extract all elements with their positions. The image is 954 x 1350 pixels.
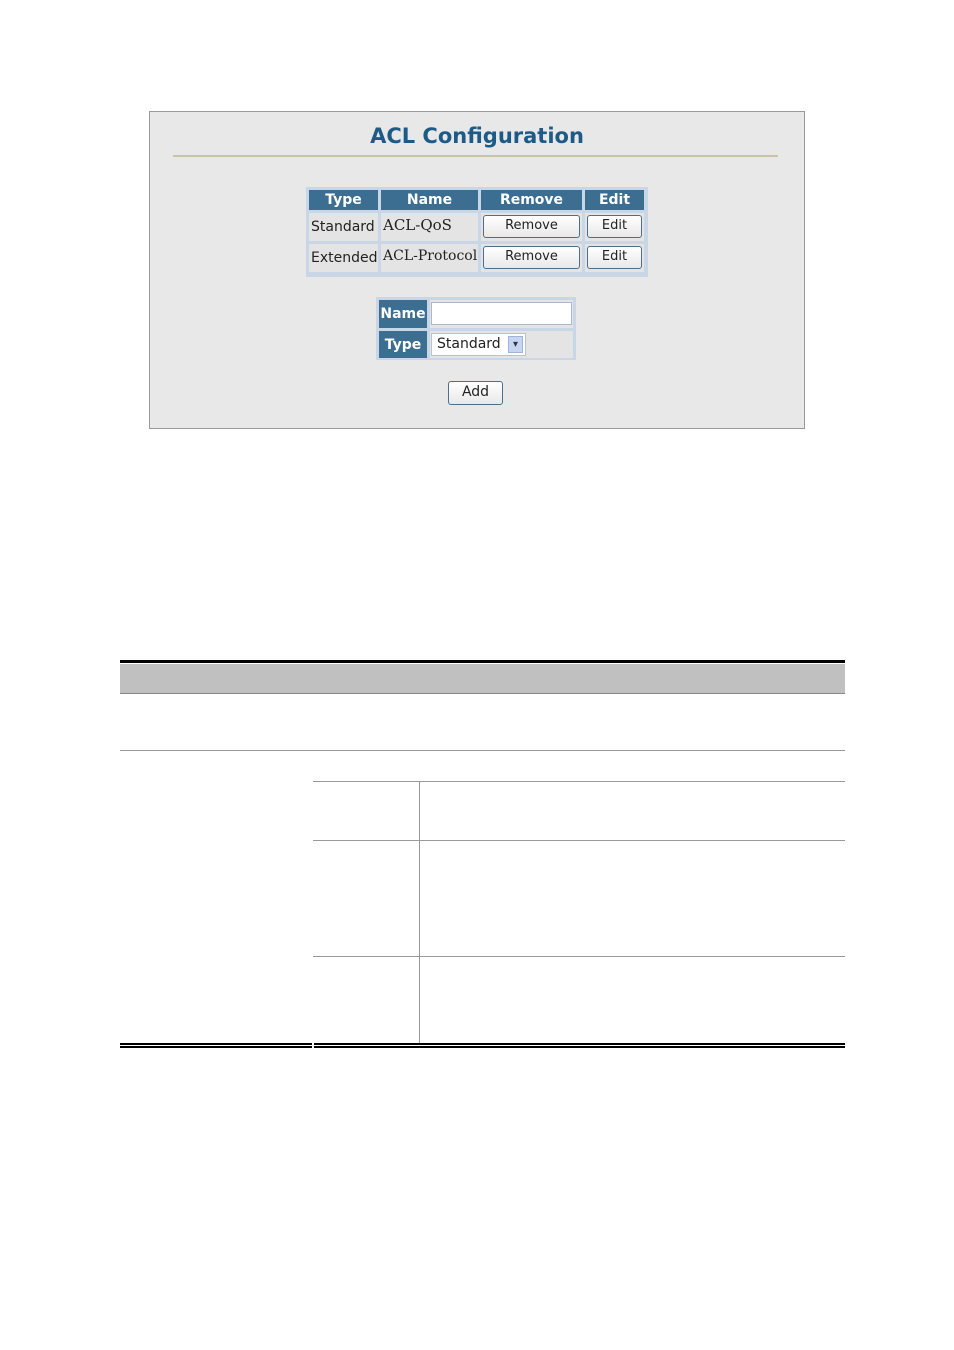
name-input[interactable] xyxy=(431,302,572,325)
row-divider xyxy=(313,956,845,957)
header-name: Name xyxy=(381,190,478,210)
table-header-row xyxy=(120,664,845,694)
type-label: Type xyxy=(379,331,427,358)
type-select-value: Standard xyxy=(437,336,501,352)
row2-type: Extended xyxy=(309,244,378,272)
table-bottom-rule xyxy=(120,1046,312,1048)
name-label: Name xyxy=(379,300,427,328)
row1-name: ACL-QoS xyxy=(381,213,478,241)
add-button[interactable]: Add xyxy=(448,381,503,405)
remove-button[interactable]: Remove xyxy=(483,215,580,238)
table-bottom-rule xyxy=(120,1043,312,1045)
table-top-rule xyxy=(120,660,845,663)
column-divider xyxy=(419,781,420,1043)
acl-table: Type Name Remove Edit Standard ACL-QoS R… xyxy=(306,187,648,277)
chevron-down-icon[interactable]: ▾ xyxy=(508,336,523,353)
table-bottom-rule xyxy=(314,1046,845,1048)
row-divider xyxy=(313,781,845,782)
row1-type: Standard xyxy=(309,213,378,241)
acl-configuration-panel: ACL Configuration Type Name Remove Edit … xyxy=(149,111,805,429)
row-divider xyxy=(313,840,845,841)
add-acl-form: Name Type Standard ▾ xyxy=(376,297,576,360)
page-title: ACL Configuration xyxy=(370,124,584,148)
table-bottom-rule xyxy=(314,1043,845,1045)
header-type: Type xyxy=(309,190,378,210)
header-remove: Remove xyxy=(481,190,582,210)
header-edit: Edit xyxy=(585,190,644,210)
row-divider xyxy=(120,750,845,751)
row2-name: ACL-Protocol xyxy=(381,244,478,272)
divider xyxy=(173,155,778,157)
remove-button[interactable]: Remove xyxy=(483,246,580,269)
type-select[interactable]: Standard ▾ xyxy=(431,333,526,356)
edit-button[interactable]: Edit xyxy=(587,246,642,269)
edit-button[interactable]: Edit xyxy=(587,215,642,238)
